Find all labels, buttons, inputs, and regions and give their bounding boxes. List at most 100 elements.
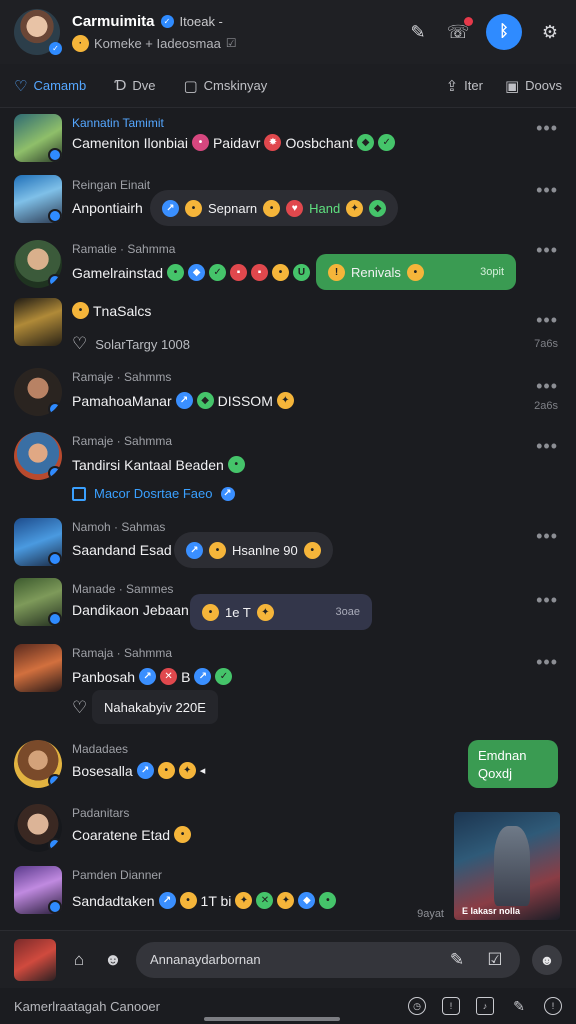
like-row[interactable]: ♡ SolarTargy 1008	[72, 334, 190, 354]
message-tail: DISSOM	[217, 392, 273, 409]
self-avatar[interactable]	[14, 938, 56, 981]
message-text: Tandirsi Kantaal Beaden •	[72, 456, 245, 473]
sticker-icon[interactable]: ☻	[102, 949, 124, 971]
message-time: 9ayat	[417, 908, 444, 920]
sender-name: Ramaje · Sahmms	[72, 370, 172, 384]
emoji-icon: ✦	[276, 392, 294, 409]
reaction-pill[interactable]: ↗ • Sepnarn • ♥ Hand ✦ ◆	[150, 190, 399, 226]
contact-avatar[interactable]: ✓	[14, 9, 62, 55]
shared-link[interactable]: Macor Dosrtae Faeo ↗	[72, 486, 235, 501]
more-options-icon[interactable]: •••	[536, 652, 558, 673]
avatar[interactable]	[14, 644, 62, 692]
avatar[interactable]	[14, 298, 62, 346]
emoji-icon: ✸	[264, 134, 282, 151]
message-bubble[interactable]: • 1e T ✦ 3oae	[190, 594, 372, 630]
sender-name: Padanitars	[72, 806, 130, 820]
pill-text: Sepnarn	[208, 200, 258, 216]
shared-media-image[interactable]: E Iakasr nolla	[454, 812, 560, 920]
like-row[interactable]: Nahakabyiv 220E	[92, 690, 218, 724]
heart-icon[interactable]: ♡	[72, 698, 87, 718]
more-options-icon[interactable]: •••	[536, 376, 558, 397]
tab-bar: ♡ Camamb Ɗ Dve ▢ Cmskinyay ⇪ Iter ▣ Doov…	[0, 64, 576, 108]
tab-dve[interactable]: Ɗ Dve	[114, 64, 155, 108]
tab-label: Doovs	[525, 78, 562, 93]
emoji-icon: •	[157, 762, 175, 779]
avatar[interactable]	[14, 740, 62, 788]
emoji-icon: •	[191, 134, 209, 151]
timer-icon[interactable]: ◷	[408, 997, 426, 1015]
edit-icon[interactable]: ✎	[406, 20, 430, 44]
heart-icon: ♡	[14, 77, 28, 95]
bluetooth-icon[interactable]: ᛒ	[486, 14, 522, 50]
avatar[interactable]	[14, 866, 62, 914]
phone-icon[interactable]: ☏	[446, 17, 473, 44]
attach-icon[interactable]: ☑	[484, 949, 506, 971]
more-options-icon[interactable]: •••	[536, 526, 558, 547]
message-input[interactable]: Annanaydarbornan ✎ ☑	[136, 941, 520, 978]
avatar[interactable]	[14, 240, 62, 288]
tab-cmskinyay[interactable]: ▢ Cmskinyay	[183, 64, 267, 108]
note-icon[interactable]: ♪	[476, 997, 494, 1015]
message-bubble[interactable]: ! Renivals • 3opit	[316, 254, 516, 290]
sender-name: Ramaja · Sahmma	[72, 646, 173, 660]
send-arrow-icon: ◂	[199, 765, 206, 777]
home-indicator[interactable]	[204, 1017, 340, 1021]
avatar[interactable]	[14, 578, 62, 626]
smile-emoji-icon: ·	[72, 34, 89, 52]
emoji-icon: •	[319, 892, 337, 909]
emoji-icon: ✓	[215, 668, 233, 685]
message-time: 7a6s	[534, 338, 558, 350]
header-actions: ✎ ☏ ᛒ ⚙	[406, 14, 562, 50]
heart-button[interactable]: ♡	[72, 698, 87, 718]
home-icon[interactable]: ⌂	[68, 949, 90, 971]
message-tail: 1T bi	[200, 892, 232, 909]
settings-icon[interactable]: ⚙	[538, 20, 562, 44]
chat-status: Komeke + Iadeosmaa	[94, 35, 221, 51]
edit-icon[interactable]: ✎	[510, 997, 528, 1015]
message-tail: Paidavr	[212, 134, 261, 151]
tab-camamb[interactable]: ♡ Camamb	[14, 64, 86, 108]
message-body: PamahoaManar	[72, 392, 172, 409]
sender-name: Reingan Einait	[72, 178, 151, 192]
heart-icon[interactable]: ♡	[72, 334, 87, 354]
reaction-pill[interactable]: ↗ • Hsanlne 90 •	[174, 532, 333, 568]
media-caption: E Iakasr nolla	[462, 906, 521, 916]
pen-icon[interactable]: ✎	[446, 949, 468, 971]
more-options-icon[interactable]: •••	[536, 118, 558, 139]
message-body: Coaratene Etad	[72, 826, 171, 843]
chat-title-sub: Itoeak -	[179, 13, 223, 29]
pill-text: Hsanlne 90	[232, 542, 298, 558]
header-titles: Carmuimita ✓ Itoeak - · Komeke + Iadeosm…	[72, 13, 406, 52]
more-options-icon[interactable]: •••	[536, 180, 558, 201]
info-icon[interactable]: !	[442, 997, 460, 1015]
message-feed[interactable]: Kannatin Tamimit Cameniton Ilonbiai • Pa…	[0, 108, 576, 930]
more-options-icon[interactable]: •••	[536, 436, 558, 457]
message-tail2: Oosbchant	[285, 134, 354, 151]
tab-doovs[interactable]: ▣ Doovs	[505, 64, 562, 108]
avatar[interactable]	[14, 114, 62, 162]
alert-icon[interactable]: !	[544, 997, 562, 1015]
emoji-icon: ♥	[286, 199, 304, 217]
more-options-icon[interactable]: •••	[536, 590, 558, 611]
emoji-icon: •	[227, 456, 245, 473]
avatar[interactable]	[14, 432, 62, 480]
more-options-icon[interactable]: •••	[536, 310, 558, 331]
message-bubble-outgoing[interactable]: Emdnan Qoxdj	[468, 740, 558, 788]
emoji-icon: ✕	[160, 668, 178, 685]
bubble-text: Renivals	[351, 264, 401, 280]
tab-iter[interactable]: ⇪ Iter	[446, 64, 483, 108]
avatar[interactable]	[14, 518, 62, 566]
message-body: Gamelrainstad	[72, 264, 164, 281]
emoji-icon: •	[406, 263, 424, 281]
chat-title[interactable]: Carmuimita	[72, 13, 155, 30]
tab-label: Cmskinyay	[203, 78, 268, 93]
avatar[interactable]	[14, 368, 62, 416]
avatar[interactable]	[14, 804, 62, 852]
more-options-icon[interactable]: •••	[536, 240, 558, 261]
tab-label: Dve	[132, 78, 156, 93]
link-icon	[72, 486, 86, 501]
voice-icon[interactable]: ☻	[532, 944, 562, 975]
avatar[interactable]	[14, 175, 62, 223]
message-body: Dandikaon Jebaan	[72, 602, 189, 618]
message-body: Panbosah	[72, 668, 136, 685]
